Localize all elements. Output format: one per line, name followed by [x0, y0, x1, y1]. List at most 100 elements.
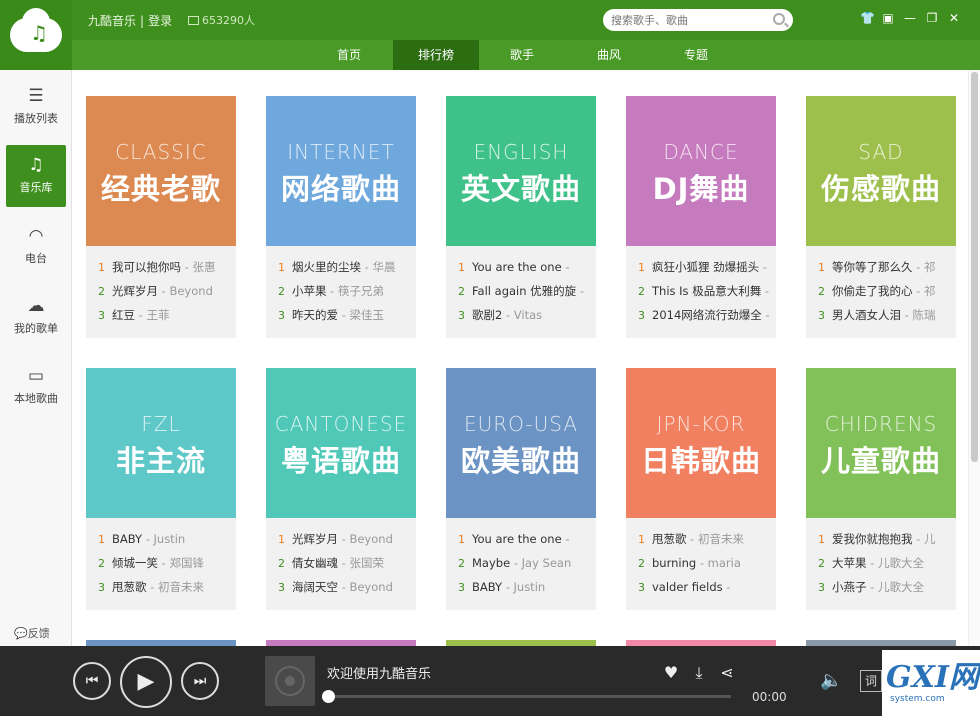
song-row[interactable]: 3 歌剧2 - Vitas — [458, 307, 590, 331]
sidebar-item-library[interactable]: ♫ 音乐库 — [6, 145, 66, 207]
chart-cover[interactable]: DANCE DJ舞曲 — [626, 96, 776, 246]
chart-english-title: CHIDRENS — [824, 412, 938, 436]
song-row[interactable]: 1 You are the one - — [458, 259, 590, 283]
search-icon[interactable] — [773, 13, 785, 25]
song-row[interactable]: 1 甩葱歌 - 初音未来 — [638, 531, 770, 555]
chart-cover[interactable]: CANTONESE 粤语歌曲 — [266, 368, 416, 518]
song-row[interactable]: 2 Fall again 优雅的旋 - — [458, 283, 590, 307]
song-separator: - — [912, 284, 924, 298]
song-row[interactable]: 3 甩葱歌 - 初音未来 — [98, 579, 230, 603]
song-row[interactable]: 2 This Is 极品意大利舞 - — [638, 283, 770, 307]
tab-charts[interactable]: 排行榜 — [393, 40, 479, 70]
song-artist: 华晨 — [372, 260, 396, 274]
song-row[interactable]: 3 2014网络流行劲爆全 - — [638, 307, 770, 331]
song-separator: - — [761, 308, 770, 322]
heart-icon[interactable]: ♥ — [662, 664, 680, 682]
chart-cover[interactable]: FZL 非主流 — [86, 368, 236, 518]
chart-cover[interactable]: CHIDRENS 儿童歌曲 — [806, 368, 956, 518]
tab-topics[interactable]: 专题 — [653, 40, 739, 70]
song-row[interactable]: 1 疯狂小狐狸 劲爆摇头 - — [638, 259, 770, 283]
chart-grid: CLASSIC 经典老歌 1 我可以抱你吗 - 张惠 2 光辉岁月 - Beyond 3 红豆… — [72, 70, 968, 646]
song-row[interactable]: 2 小苹果 - 筷子兄弟 — [278, 283, 410, 307]
chart-cover[interactable]: JPN-KOR 日韩歌曲 — [626, 368, 776, 518]
song-rank: 3 — [98, 309, 105, 322]
feedback-link[interactable]: 💬反馈 — [14, 625, 50, 641]
chart-card[interactable]: ENGLISH 英文歌曲 1 You are the one - 2 Fall agai… — [446, 96, 596, 338]
sidebar-item-local[interactable]: ▭ 本地歌曲 — [6, 356, 66, 418]
sidebar-item-my-playlists[interactable]: ☁ 我的歌单 — [6, 286, 66, 348]
prev-button[interactable]: ⏮ — [73, 662, 111, 700]
lyrics-button[interactable]: 词 — [860, 670, 882, 692]
chart-cover[interactable]: INTERNET 网络歌曲 — [266, 96, 416, 246]
maximize-icon[interactable]: ❐ — [926, 12, 938, 24]
song-row[interactable]: 3 小燕子 - 儿歌大全 — [818, 579, 950, 603]
song-title: burning — [652, 556, 697, 570]
mini-mode-icon[interactable]: ▣ — [882, 12, 894, 24]
song-row[interactable]: 2 大苹果 - 儿歌大全 — [818, 555, 950, 579]
chart-card[interactable]: CHIDRENS 儿童歌曲 1 爱我你就抱抱我 - 儿 2 大苹果 - 儿歌大全 3 小燕子 … — [806, 368, 956, 610]
song-row[interactable]: 1 烟火里的尘埃 - 华晨 — [278, 259, 410, 283]
song-rank: 1 — [458, 261, 465, 274]
sidebar-item-radio[interactable]: ◠ 电台 — [6, 216, 66, 278]
brand-link[interactable]: 九酷音乐 — [88, 14, 136, 28]
search-input[interactable] — [611, 12, 761, 28]
chart-cover[interactable]: ENGLISH 英文歌曲 — [446, 96, 596, 246]
song-row[interactable]: 2 burning - maria — [638, 555, 770, 579]
song-separator: - — [912, 260, 924, 274]
tab-home[interactable]: 首页 — [306, 40, 392, 70]
close-icon[interactable]: ✕ — [948, 12, 960, 24]
tab-genres[interactable]: 曲风 — [566, 40, 652, 70]
tab-singers[interactable]: 歌手 — [479, 40, 565, 70]
download-icon[interactable]: ⤓ — [690, 664, 708, 682]
song-row[interactable]: 1 光辉岁月 - Beyond — [278, 531, 410, 555]
chart-cover[interactable]: SAD 伤感歌曲 — [806, 96, 956, 246]
chart-card[interactable]: EURO-USA 欧美歌曲 1 You are the one - 2 Maybe - … — [446, 368, 596, 610]
minimize-icon[interactable]: — — [904, 12, 916, 24]
song-row[interactable]: 3 红豆 - 王菲 — [98, 307, 230, 331]
song-row[interactable]: 3 海阔天空 - Beyond — [278, 579, 410, 603]
song-row[interactable]: 2 你偷走了我的心 - 祁 — [818, 283, 950, 307]
song-row[interactable]: 3 valder fields - — [638, 579, 770, 603]
song-separator: - — [142, 532, 154, 546]
song-row[interactable]: 1 我可以抱你吗 - 张惠 — [98, 259, 230, 283]
play-button[interactable]: ▶ — [120, 656, 172, 708]
chart-english-title: INTERNET — [287, 140, 395, 164]
song-row[interactable]: 2 倩女幽魂 - 张国荣 — [278, 555, 410, 579]
song-row[interactable]: 2 Maybe - Jay Sean — [458, 555, 590, 579]
volume-icon[interactable]: 🔈 — [820, 670, 842, 691]
login-link[interactable]: 登录 — [148, 14, 172, 28]
search-box[interactable] — [603, 9, 793, 31]
scroll-thumb[interactable] — [971, 72, 978, 462]
scrollbar[interactable] — [968, 70, 980, 646]
chart-card[interactable]: DANCE DJ舞曲 1 疯狂小狐狸 劲爆摇头 - 2 This Is 极品意大利舞 -… — [626, 96, 776, 338]
shirt-icon[interactable]: 👕 — [860, 12, 875, 24]
chart-card[interactable]: CLASSIC 经典老歌 1 我可以抱你吗 - 张惠 2 光辉岁月 - Beyond 3 红豆… — [86, 96, 236, 338]
chart-card[interactable]: SAD 伤感歌曲 1 等你等了那么久 - 祁 2 你偷走了我的心 - 祁 3 男人酒女人泪 -… — [806, 96, 956, 338]
chart-card[interactable]: CANTONESE 粤语歌曲 1 光辉岁月 - Beyond 2 倩女幽魂 - 张国荣 3 海… — [266, 368, 416, 610]
progress-bar[interactable] — [322, 690, 731, 703]
chart-cover[interactable]: CLASSIC 经典老歌 — [86, 96, 236, 246]
chart-card[interactable]: INTERNET 网络歌曲 1 烟火里的尘埃 - 华晨 2 小苹果 - 筷子兄弟 3 昨天的爱… — [266, 96, 416, 338]
song-row[interactable]: 1 BABY - Justin — [98, 531, 230, 555]
chart-card[interactable]: JPN-KOR 日韩歌曲 1 甩葱歌 - 初音未来 2 burning - maria 3 v… — [626, 368, 776, 610]
chart-card[interactable]: FZL 非主流 1 BABY - Justin 2 倾城一笑 - 郑国锋 3 甩葱歌 - 初音… — [86, 368, 236, 610]
song-row[interactable]: 3 BABY - Justin — [458, 579, 590, 603]
song-row[interactable]: 1 等你等了那么久 - 祁 — [818, 259, 950, 283]
song-row[interactable]: 1 爱我你就抱抱我 - 儿 — [818, 531, 950, 555]
chart-chinese-title: 儿童歌曲 — [820, 444, 941, 478]
song-row[interactable]: 3 男人酒女人泪 - 陈瑞 — [818, 307, 950, 331]
next-button[interactable]: ⏭ — [181, 662, 219, 700]
song-row[interactable]: 1 You are the one - — [458, 531, 590, 555]
song-row[interactable]: 2 倾城一笑 - 郑国锋 — [98, 555, 230, 579]
song-artist: 祁 — [923, 260, 936, 274]
separator: | — [140, 14, 145, 28]
share-icon[interactable]: ⋖ — [718, 664, 736, 682]
chart-cover[interactable]: EURO-USA 欧美歌曲 — [446, 368, 596, 518]
song-row[interactable]: 3 昨天的爱 - 梁佳玉 — [278, 307, 410, 331]
song-rank: 1 — [278, 533, 285, 546]
sidebar-item-playlist[interactable]: ☰ 播放列表 — [6, 76, 66, 138]
song-title: 男人酒女人泪 — [832, 308, 901, 322]
progress-knob[interactable] — [322, 690, 335, 703]
song-row[interactable]: 2 光辉岁月 - Beyond — [98, 283, 230, 307]
song-artist: Beyond — [349, 580, 393, 594]
